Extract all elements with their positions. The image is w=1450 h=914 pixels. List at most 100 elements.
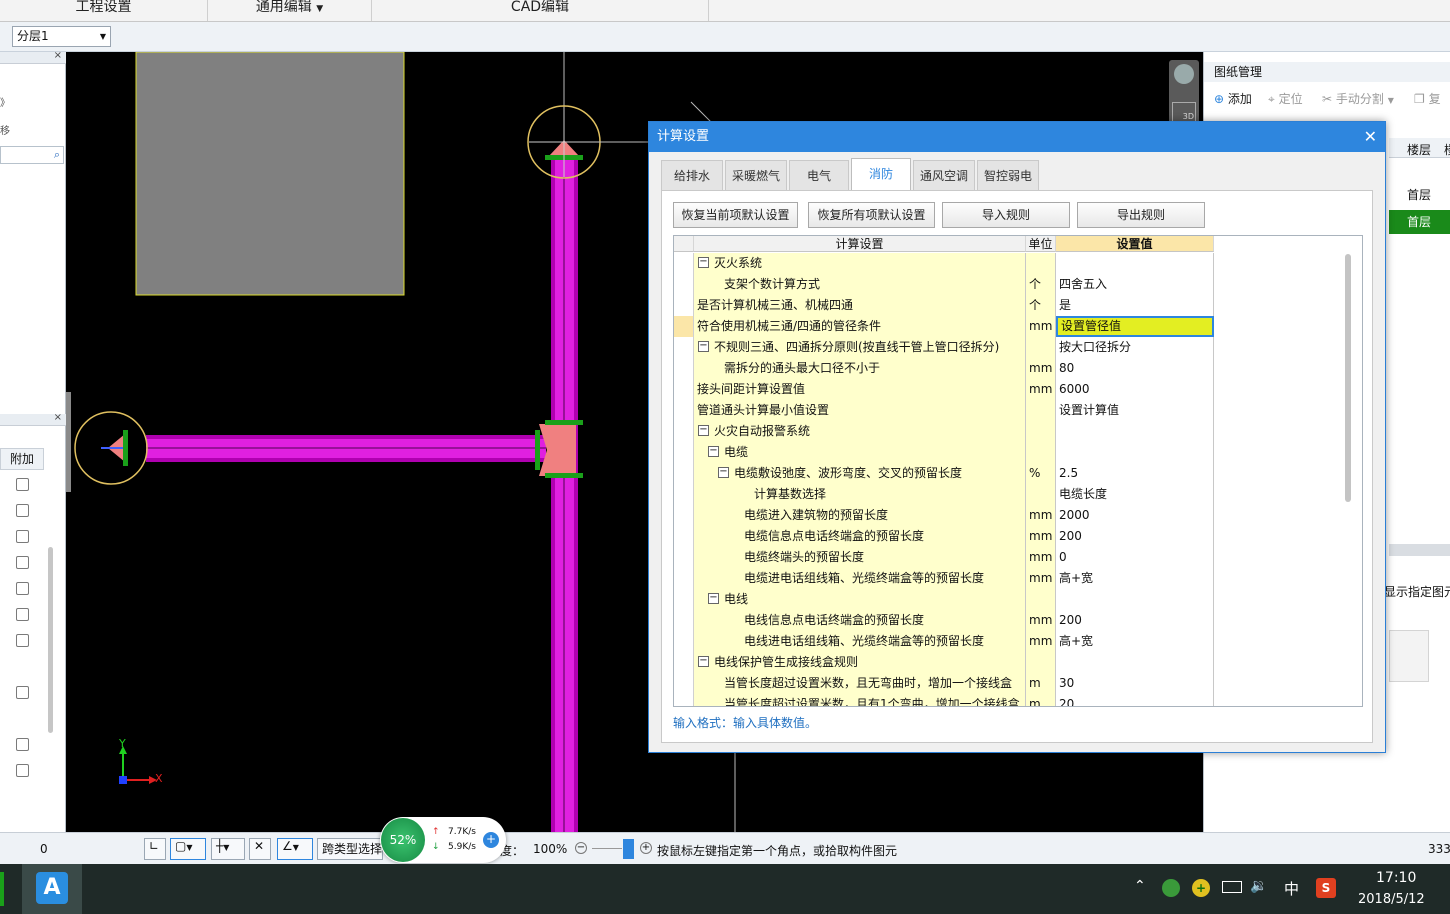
table-row[interactable]: 当管长度超过设置米数，且有1个弯曲，增加一个接线盒 m 20: [674, 694, 1214, 706]
3d-view-icon[interactable]: 3D: [1172, 102, 1196, 122]
row-gutter[interactable]: [674, 484, 694, 505]
table-row[interactable]: − 灭火系统: [674, 253, 1214, 274]
row-gutter[interactable]: [674, 379, 694, 400]
value-cell[interactable]: [1056, 652, 1214, 673]
table-row[interactable]: − 电线保护管生成接线盒规则: [674, 652, 1214, 673]
view-cube[interactable]: 3D: [1169, 60, 1199, 124]
table-row[interactable]: 支架个数计算方式 个四舍五入: [674, 274, 1214, 295]
value-cell[interactable]: 高+宽: [1056, 631, 1214, 652]
angle-button[interactable]: ∠▼: [277, 838, 313, 860]
chevron-up-icon[interactable]: ⌃: [1134, 878, 1146, 894]
tab-fire-protection[interactable]: 消防: [851, 158, 911, 191]
value-cell[interactable]: 0: [1056, 547, 1214, 568]
table-row[interactable]: − 电缆: [674, 442, 1214, 463]
cross-select-button[interactable]: ✕: [249, 838, 271, 860]
collapse-icon[interactable]: −: [708, 593, 719, 604]
row-gutter[interactable]: [674, 610, 694, 631]
table-row[interactable]: 管道通头计算最小值设置 设置计算值: [674, 400, 1214, 421]
value-cell[interactable]: 20: [1056, 694, 1214, 706]
row-gutter[interactable]: [674, 547, 694, 568]
value-cell[interactable]: 设置管径值: [1056, 316, 1214, 337]
orbit-icon[interactable]: [1174, 64, 1194, 84]
value-cell[interactable]: 6000: [1056, 379, 1214, 400]
table-row[interactable]: − 不规则三通、四通拆分原则(按直线干管上管口径拆分) 按大口径拆分: [674, 337, 1214, 358]
search-icon[interactable]: ⌕: [54, 148, 60, 162]
net-speed-widget[interactable]: 52% ↑ 7.7K/s ↓ 5.9K/s +: [380, 817, 506, 863]
zoom-in-icon[interactable]: +: [640, 842, 652, 854]
close-icon[interactable]: ×: [54, 412, 62, 423]
value-cell[interactable]: 2.5: [1056, 463, 1214, 484]
floor-select[interactable]: 分层1 ▼: [12, 26, 111, 47]
table-row[interactable]: 当管长度超过设置米数，且无弯曲时，增加一个接线盒 m 30: [674, 673, 1214, 694]
value-cell[interactable]: 高+宽: [1056, 568, 1214, 589]
grid-scrollbar[interactable]: [1345, 254, 1351, 502]
copy-button[interactable]: ❐ 复: [1414, 90, 1441, 107]
checkbox[interactable]: [16, 530, 29, 543]
row-gutter[interactable]: [674, 568, 694, 589]
checkbox[interactable]: [16, 634, 29, 647]
value-cell[interactable]: 200: [1056, 610, 1214, 631]
row-gutter[interactable]: [674, 463, 694, 484]
row-gutter[interactable]: [674, 631, 694, 652]
row-gutter[interactable]: [674, 400, 694, 421]
table-row[interactable]: 电线进电话组线箱、光缆终端盒等的预留长度 mm 高+宽: [674, 631, 1214, 652]
checkbox[interactable]: [16, 764, 29, 777]
table-row[interactable]: 电缆进入建筑物的预留长度 mm 2000: [674, 505, 1214, 526]
table-row[interactable]: 接头间距计算设置值 mm 6000: [674, 379, 1214, 400]
collapse-icon[interactable]: −: [698, 425, 709, 436]
snap-button[interactable]: ▢▼: [170, 838, 206, 860]
collapse-icon[interactable]: −: [698, 656, 709, 667]
row-gutter[interactable]: [674, 358, 694, 379]
table-row[interactable]: 首层: [1389, 184, 1450, 206]
restore-current-default-button[interactable]: 恢复当前项默认设置: [673, 202, 798, 228]
row-gutter[interactable]: [674, 337, 694, 358]
table-row[interactable]: 电缆终端头的预留长度 mm 0: [674, 547, 1214, 568]
table-row[interactable]: 需拆分的通头最大口径不小于 mm 80: [674, 358, 1214, 379]
table-row[interactable]: 计算基数选择 电缆长度: [674, 484, 1214, 505]
close-icon[interactable]: ✕: [1364, 122, 1377, 152]
tab-hvac[interactable]: 通风空调: [913, 160, 975, 190]
dynamic-input-button[interactable]: ┼▼: [211, 838, 245, 860]
checkbox[interactable]: [16, 504, 29, 517]
close-icon[interactable]: ×: [54, 50, 62, 61]
checkbox[interactable]: [16, 582, 29, 595]
value-cell[interactable]: 设置计算值: [1056, 400, 1214, 421]
table-row[interactable]: 符合使用机械三通/四通的管径条件 mm 设置管径值: [674, 316, 1214, 337]
zoom-out-icon[interactable]: −: [575, 842, 587, 854]
value-cell[interactable]: 电缆长度: [1056, 484, 1214, 505]
table-row[interactable]: 是否计算机械三通、机械四通 个是: [674, 295, 1214, 316]
collapse-icon[interactable]: −: [698, 341, 709, 352]
manual-split-button[interactable]: ✂ 手动分割 ▼: [1322, 90, 1394, 107]
checkbox[interactable]: [16, 686, 29, 699]
ime-indicator[interactable]: 中: [1284, 878, 1299, 899]
cross-type-select[interactable]: 跨类型选择: [317, 838, 383, 860]
tab-general-edit[interactable]: 通用编辑 ▼: [208, 0, 372, 21]
value-cell[interactable]: 30: [1056, 673, 1214, 694]
table-row[interactable]: 电线信息点电话终端盒的预留长度 mm 200: [674, 610, 1214, 631]
add-button[interactable]: ⊕ 添加: [1214, 90, 1252, 107]
export-rules-button[interactable]: 导出规则: [1077, 202, 1205, 228]
tab-heating-gas[interactable]: 采暖燃气: [725, 160, 787, 190]
locate-button[interactable]: ⌖ 定位: [1268, 90, 1303, 107]
row-gutter[interactable]: [674, 505, 694, 526]
table-row[interactable]: − 火灾自动报警系统: [674, 421, 1214, 442]
tray-icon[interactable]: [1162, 879, 1180, 897]
row-gutter[interactable]: [674, 526, 694, 547]
checkbox[interactable]: [16, 478, 29, 491]
table-row[interactable]: − 电线: [674, 589, 1214, 610]
row-gutter[interactable]: [674, 316, 694, 337]
value-cell[interactable]: [1056, 253, 1214, 274]
row-gutter[interactable]: [674, 274, 694, 295]
tab-electrical[interactable]: 电气: [789, 160, 849, 190]
value-cell[interactable]: 是: [1056, 295, 1214, 316]
scrollbar[interactable]: [48, 547, 53, 733]
import-rules-button[interactable]: 导入规则: [942, 202, 1070, 228]
value-cell[interactable]: 200: [1056, 526, 1214, 547]
collapse-icon[interactable]: −: [698, 257, 709, 268]
value-cell[interactable]: [1056, 421, 1214, 442]
row-gutter[interactable]: [674, 652, 694, 673]
value-cell[interactable]: 2000: [1056, 505, 1214, 526]
checkbox[interactable]: [16, 738, 29, 751]
checkbox[interactable]: [16, 608, 29, 621]
table-row-selected[interactable]: 首层: [1389, 210, 1450, 234]
